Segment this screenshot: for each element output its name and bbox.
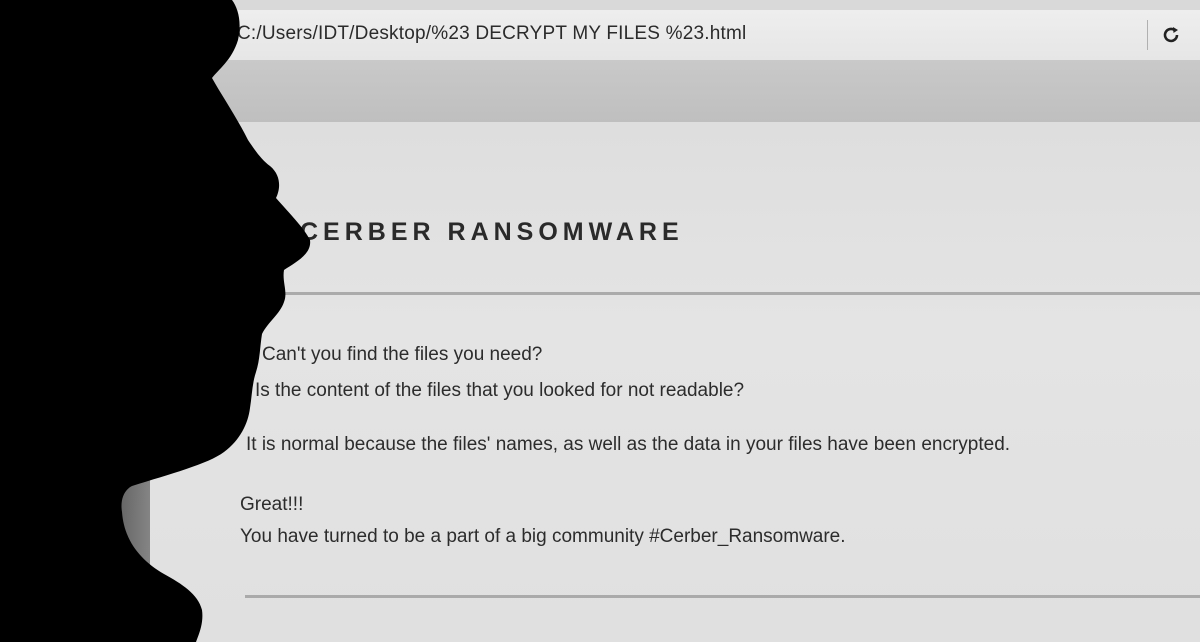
- message-line: Is the content of the files that you loo…: [255, 380, 745, 401]
- message-line: Great!!!: [240, 494, 304, 515]
- reload-icon[interactable]: [1160, 24, 1182, 46]
- address-bar[interactable]: file:///C:/Users/IDT/Desktop/%23 DECRYPT…: [150, 10, 1200, 61]
- message-line: You have turned to be a part of a big co…: [240, 526, 846, 547]
- page-title: CERBER RANSOMWARE: [300, 218, 684, 246]
- ransom-page: CERBER RANSOMWARE Can't you find the fil…: [150, 122, 1200, 642]
- url-text[interactable]: file:///C:/Users/IDT/Desktop/%23 DECRYPT…: [190, 23, 746, 45]
- message-line: It is normal because the files' names, a…: [246, 434, 1011, 455]
- photo-scene: file:///C:/Users/IDT/Desktop/%23 DECRYPT…: [0, 0, 1200, 642]
- divider: [150, 292, 1200, 295]
- message-line: Can't you find the files you need?: [262, 344, 543, 365]
- browser-toolbar-band: [150, 60, 1200, 123]
- address-separator: [1147, 20, 1148, 50]
- reload-button[interactable]: [1156, 20, 1186, 50]
- divider: [245, 595, 1200, 598]
